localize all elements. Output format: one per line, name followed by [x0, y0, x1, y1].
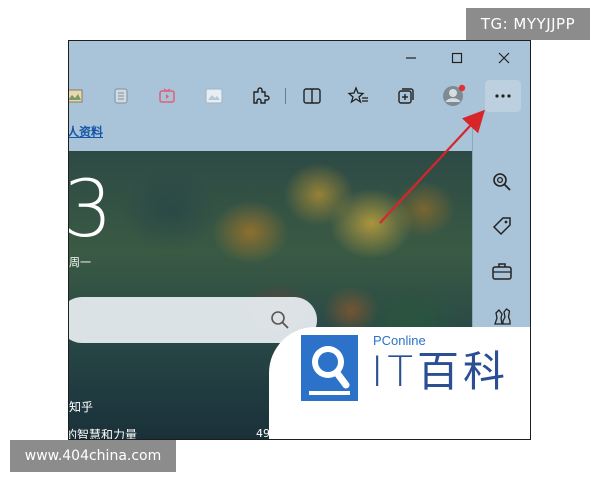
favorites-icon — [347, 86, 368, 104]
logo-name-text: IT百科 — [371, 347, 510, 396]
close-icon — [498, 52, 510, 64]
extensions-button[interactable] — [245, 81, 275, 111]
collections-button[interactable] — [391, 81, 421, 111]
maximize-icon — [451, 52, 463, 64]
favorites-bar: 人资料 — [69, 117, 472, 151]
magnifier-logo-icon — [301, 335, 358, 401]
minimize-button[interactable] — [389, 45, 433, 71]
maximize-button[interactable] — [435, 45, 479, 71]
search-box[interactable] — [69, 297, 317, 343]
sidebar-search-icon[interactable] — [491, 171, 513, 193]
logo-brand-text: PConline — [373, 333, 426, 348]
reading-icon — [114, 88, 128, 104]
news-item-title[interactable]: 的智慧和力量 — [69, 426, 137, 439]
news-item-title[interactable]: 知乎 — [69, 398, 93, 415]
close-button[interactable] — [482, 45, 526, 71]
browser-window: 人资料 3 周一 知乎 的智慧和力量 49 PConline IT百科 — [68, 40, 531, 440]
image-icon — [69, 89, 83, 103]
minimize-icon — [406, 57, 416, 59]
more-options-button[interactable] — [485, 80, 521, 112]
tag-icon[interactable] — [491, 215, 513, 237]
profile-icon — [443, 84, 466, 106]
news-item-count: 49 — [256, 427, 270, 440]
date-number: 3 — [69, 171, 113, 249]
profile-button[interactable] — [439, 81, 469, 111]
bottom-watermark: www.404china.com — [10, 440, 176, 472]
video-button[interactable] — [152, 81, 182, 111]
split-screen-icon — [303, 88, 321, 104]
image-button[interactable] — [69, 81, 89, 111]
favorites-button[interactable] — [343, 81, 373, 111]
briefcase-icon[interactable] — [491, 260, 513, 282]
top-watermark: TG: MYYJJPP — [466, 8, 590, 40]
split-screen-button[interactable] — [297, 81, 327, 111]
browser-toolbar — [69, 75, 530, 117]
weekday-label: 周一 — [69, 256, 91, 269]
title-bar — [69, 41, 530, 75]
search-icon[interactable] — [269, 309, 291, 331]
video-icon — [159, 88, 175, 103]
chess-icon[interactable] — [491, 305, 513, 327]
favorites-link[interactable]: 人资料 — [69, 123, 103, 140]
extensions-icon — [253, 87, 270, 104]
collections-icon — [398, 88, 414, 104]
toolbar-separator — [285, 88, 286, 104]
reading-button[interactable] — [106, 81, 136, 111]
more-icon — [495, 94, 511, 98]
pconline-logo: PConline IT百科 — [269, 327, 530, 439]
photo-icon — [205, 88, 223, 104]
photo-button[interactable] — [199, 81, 229, 111]
